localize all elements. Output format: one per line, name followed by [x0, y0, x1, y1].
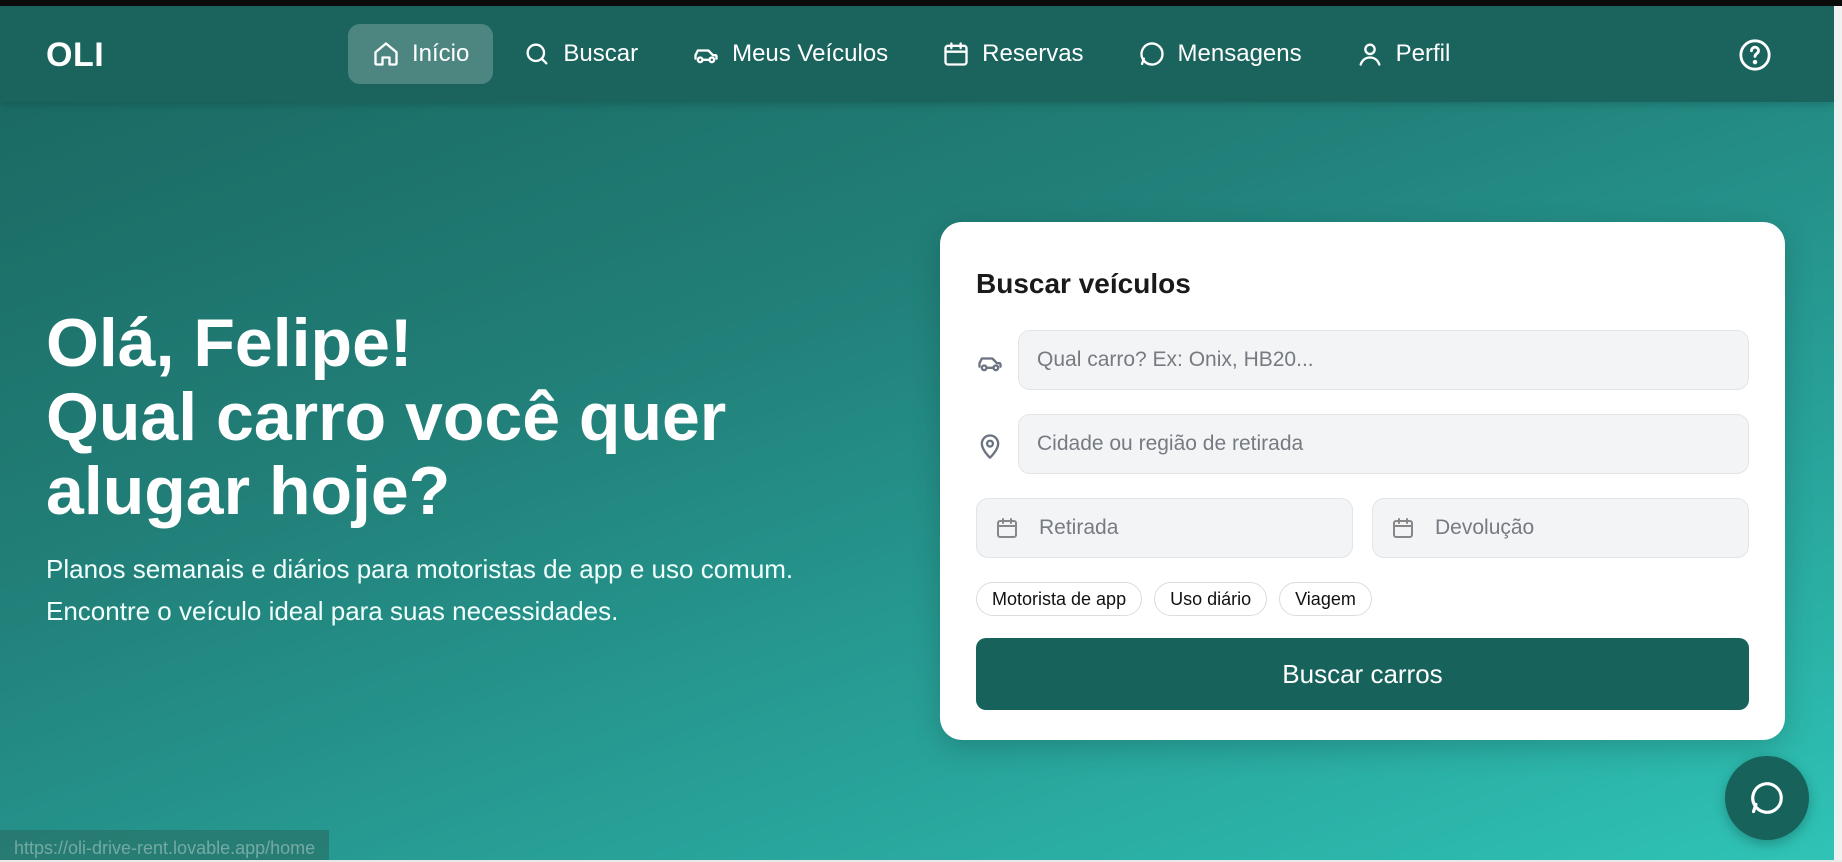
nav-item-inicio[interactable]: Início [348, 24, 494, 84]
browser-frame: OLI Início Buscar Meus Veículos Reservas [0, 0, 1842, 862]
hero-subtitle: Planos semanais e diários para motorista… [46, 548, 886, 632]
nav-item-label: Perfil [1395, 40, 1451, 67]
nav-item-label: Reservas [982, 40, 1084, 67]
calendar-icon [944, 42, 968, 66]
user-icon [1359, 43, 1381, 66]
help-icon [1739, 39, 1771, 71]
car-icon [694, 49, 718, 64]
nav-item-label: Início [412, 40, 470, 67]
return-date-field[interactable] [1372, 498, 1749, 558]
nav-item-perfil[interactable]: Perfil [1332, 24, 1475, 84]
pickup-date-input[interactable] [1039, 516, 1352, 540]
car-model-input[interactable] [1037, 348, 1748, 372]
search-cars-button[interactable]: Buscar carros [976, 638, 1749, 710]
location-input[interactable] [1037, 432, 1748, 456]
car-model-field[interactable] [1018, 330, 1749, 390]
hero-subtitle-line2: Encontre o veículo ideal para suas neces… [46, 596, 619, 626]
location-field[interactable] [1018, 414, 1749, 474]
home-icon [374, 42, 398, 66]
hero-title-line1: Olá, Felipe! [46, 305, 413, 381]
nav-item-label: Meus Veículos [732, 40, 889, 67]
car-icon [978, 357, 1002, 372]
hero-title-line3: alugar hoje? [46, 453, 451, 529]
nav-item-label: Buscar [563, 40, 639, 67]
calendar-icon [1393, 518, 1413, 538]
help-button[interactable] [1738, 38, 1772, 72]
nav-item-label: Mensagens [1177, 40, 1302, 67]
calendar-icon [997, 518, 1017, 538]
app-root: OLI Início Buscar Meus Veículos Reservas [0, 6, 1834, 860]
chat-icon [1751, 782, 1783, 814]
map-pin-icon [980, 434, 1000, 459]
usage-chips: Motorista de app Uso diário Viagem [976, 582, 1384, 616]
nav-item-buscar[interactable]: Buscar [499, 24, 662, 84]
nav-item-meus-veiculos[interactable]: Meus Veículos [668, 24, 912, 84]
hero-title: Olá, Felipe! Qual carro você quer alugar… [46, 306, 866, 528]
chip-viagem[interactable]: Viagem [1279, 582, 1372, 616]
chip-motorista-de-app[interactable]: Motorista de app [976, 582, 1143, 616]
return-date-input[interactable] [1435, 516, 1748, 540]
chat-icon [1139, 42, 1164, 66]
app-logo[interactable]: OLI [46, 36, 104, 75]
nav-item-mensagens[interactable]: Mensagens [1114, 24, 1326, 84]
main-nav: Início Buscar Meus Veículos Reservas Men… [348, 24, 1480, 84]
chat-fab-button[interactable] [1725, 756, 1809, 840]
chip-uso-diario[interactable]: Uso diário [1154, 582, 1268, 616]
page-scrollbar[interactable] [1834, 6, 1842, 860]
search-card: Buscar veículos Motorista de app Uso diá… [940, 222, 1785, 740]
search-icon [526, 43, 548, 65]
status-bar-url: https://oli-drive-rent.lovable.app/home [0, 830, 330, 860]
pickup-date-field[interactable] [976, 498, 1353, 558]
hero-subtitle-line1: Planos semanais e diários para motorista… [46, 554, 794, 584]
hero-title-line2: Qual carro você quer [46, 379, 727, 455]
top-navbar: OLI Início Buscar Meus Veículos Reservas [0, 6, 1834, 102]
search-card-title: Buscar veículos [976, 268, 1191, 299]
nav-item-reservas[interactable]: Reservas [918, 24, 1107, 84]
